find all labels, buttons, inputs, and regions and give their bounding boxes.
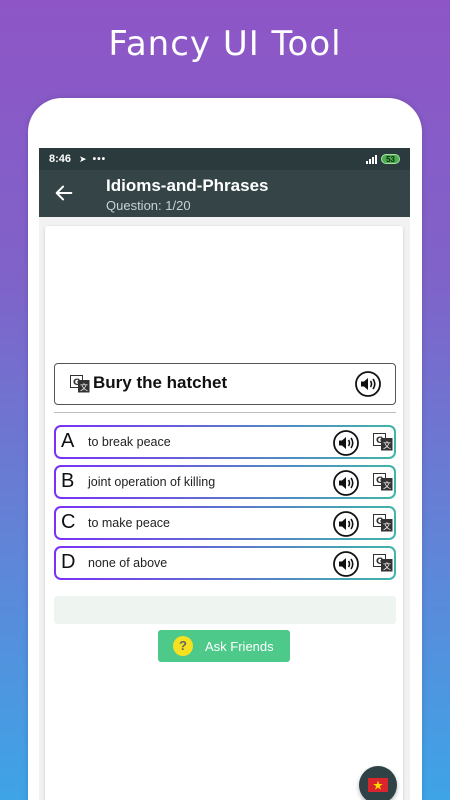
option-letter: B bbox=[61, 470, 75, 492]
svg-text:文: 文 bbox=[383, 440, 391, 450]
option-letter: D bbox=[61, 551, 76, 573]
option-letter: A bbox=[61, 430, 75, 452]
promo-title: Fancy UI Tool bbox=[108, 24, 342, 64]
question-mark-icon: ? bbox=[173, 636, 193, 656]
flag-icon bbox=[368, 778, 388, 792]
signal-icon bbox=[366, 154, 378, 164]
svg-text:文: 文 bbox=[383, 480, 391, 490]
option-text: none of above bbox=[88, 556, 168, 570]
translate-icon[interactable]: G 文 bbox=[373, 473, 393, 491]
speaker-icon[interactable] bbox=[333, 470, 359, 496]
svg-text:文: 文 bbox=[383, 521, 391, 531]
quiz-card: G 文 Bury the hatchet A to break peace G … bbox=[45, 226, 403, 800]
translate-icon[interactable]: G 文 bbox=[373, 433, 393, 451]
ask-friends-label: Ask Friends bbox=[205, 639, 274, 654]
speaker-icon[interactable] bbox=[333, 511, 359, 537]
option-text: to make peace bbox=[88, 516, 170, 530]
translate-icon[interactable]: G 文 bbox=[373, 554, 393, 572]
option-text: to break peace bbox=[88, 435, 171, 449]
speaker-icon[interactable] bbox=[355, 371, 381, 397]
translate-icon[interactable]: G 文 bbox=[70, 375, 90, 393]
option-b[interactable]: B joint operation of killing G 文 bbox=[54, 465, 396, 499]
option-text: joint operation of killing bbox=[88, 475, 216, 489]
speaker-icon[interactable] bbox=[333, 551, 359, 577]
arrow-left-icon[interactable] bbox=[53, 182, 75, 204]
question-box: G 文 Bury the hatchet bbox=[54, 363, 396, 405]
status-bar: 8:46 ➤ ••• 53 bbox=[39, 148, 410, 170]
app-screen: 8:46 ➤ ••• 53 Idioms-and-Phrases Questio… bbox=[39, 148, 410, 800]
question-text: Bury the hatchet bbox=[93, 373, 228, 392]
notification-dots: ••• bbox=[92, 153, 107, 165]
translate-icon[interactable]: G 文 bbox=[373, 514, 393, 532]
battery-icon: 53 bbox=[381, 154, 400, 164]
speaker-icon[interactable] bbox=[333, 430, 359, 456]
svg-text:文: 文 bbox=[383, 561, 391, 571]
divider bbox=[54, 412, 396, 413]
option-c[interactable]: C to make peace G 文 bbox=[54, 506, 396, 540]
ask-friends-button[interactable]: ? Ask Friends bbox=[158, 630, 290, 662]
app-bar: Idioms-and-Phrases Question: 1/20 bbox=[39, 170, 410, 217]
svg-text:文: 文 bbox=[80, 382, 88, 392]
navigation-icon: ➤ bbox=[79, 153, 87, 164]
option-a[interactable]: A to break peace G 文 bbox=[54, 425, 396, 459]
option-letter: C bbox=[61, 511, 76, 533]
language-flag-button[interactable] bbox=[359, 766, 397, 800]
status-time: 8:46 bbox=[49, 153, 72, 165]
page-title: Idioms-and-Phrases bbox=[106, 176, 269, 195]
question-counter: Question: 1/20 bbox=[106, 198, 191, 213]
option-d[interactable]: D none of above G 文 bbox=[54, 546, 396, 580]
hint-strip bbox=[54, 596, 396, 624]
